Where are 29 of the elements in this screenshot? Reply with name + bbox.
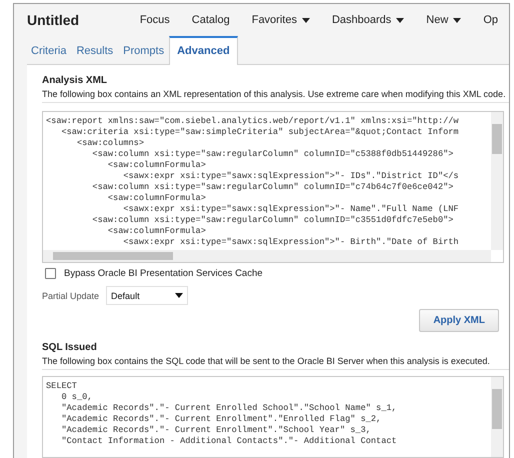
- checkbox-label: Bypass Oracle BI Presentation Services Cache: [64, 268, 263, 279]
- caret-icon: [396, 18, 404, 22]
- horizontal-scrollbar[interactable]: [43, 250, 491, 262]
- tab[interactable]: Prompts: [118, 41, 170, 64]
- menu-link[interactable]: Favorites: [240, 14, 321, 26]
- menu-link[interactable]: Op: [472, 14, 509, 26]
- section-heading: Analysis XML: [42, 75, 108, 86]
- tab[interactable]: Results: [71, 41, 118, 64]
- tab[interactable]: Advanced: [169, 36, 238, 65]
- checkbox[interactable]: [45, 268, 56, 279]
- menu-link[interactable]: Catalog: [180, 14, 241, 26]
- caret-icon: [175, 293, 184, 298]
- vertical-scrollbar[interactable]: [491, 377, 503, 457]
- field-label: Partial Update: [42, 290, 100, 300]
- menu-link[interactable]: Focus: [128, 14, 181, 26]
- tab[interactable]: Criteria: [26, 41, 72, 64]
- section-description: The following box contains the SQL code that will be sent to the Oracle BI Server when this analysis is executed.: [42, 353, 509, 370]
- caret-icon: [302, 18, 310, 22]
- vertical-scrollbar[interactable]: [491, 112, 503, 250]
- menu-link[interactable]: New: [415, 14, 472, 26]
- partial-update-dropdown[interactable]: Default: [106, 286, 188, 305]
- xml-editor[interactable]: <saw:report xmlns:saw="com.siebel.analytics.web/report/v1.1" xmlns:xsi="http://w <saw:criteria xsi:type="saw:simpleCriteria" subjectArea="&quot;Contact Inform <saw:columns> <saw:column xsi:type="saw:regularColumn" columnID="c5388f0db51449286"> <saw:columnFormula> <sawx:expr xsi:type="sawx:sqlExpression">"- IDs"."District ID"</s <saw:column xsi:type="saw:regularColumn" columnID="c74b64c7f0e6ce042"> <saw:columnFormula> <sawx:expr xsi:type="sawx:sqlExpression">"- Name"."Full Name (LNF <saw:column xsi:type="saw:regularColumn" columnID="c3551d0fdfc7e5eb0"> <saw:columnFormula> <sawx:expr xsi:type="sawx:sqlExpression">"- Birth"."Date of Birth: [42, 111, 504, 263]
- caret-icon: [453, 18, 462, 22]
- section-heading: SQL Issued: [42, 342, 98, 353]
- page-title: Untitled: [27, 12, 80, 28]
- sql-code-box: SELECT 0 s_0, "Academic Records"."- Current Enrolled School"."School Name" s_1, "Academic Records"."- Current Enrollment"."Enrolled Flag" s_2, "Academic Records"."- Current Enrollment"."School Year" s_3, "Contact Information - Additional Contacts"."- Additional Contact: [42, 376, 504, 458]
- section-description: The following box contains an XML representation of this analysis. Use extreme care when modifying this XML code.: [42, 86, 509, 103]
- menu-link[interactable]: Dashboards: [320, 14, 416, 26]
- apply-xml-button[interactable]: Apply XML: [419, 309, 499, 332]
